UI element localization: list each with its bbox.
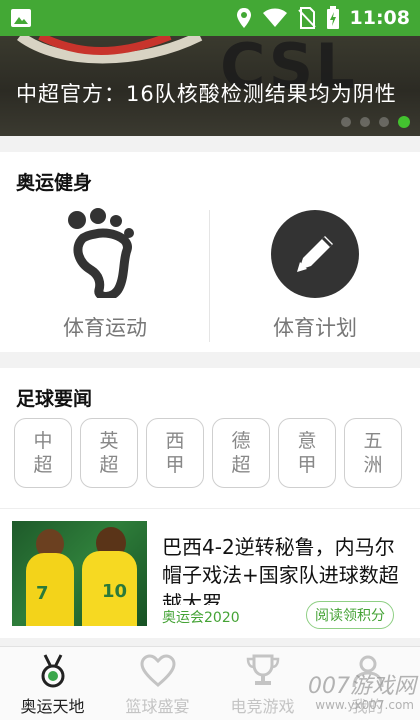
image-notification-icon xyxy=(11,9,31,27)
sports-plan-label: 体育计划 xyxy=(273,316,357,340)
tag-world[interactable]: 五洲 xyxy=(344,418,402,488)
tab-basketball-label: 篮球盛宴 xyxy=(125,697,190,716)
clock: 11:08 xyxy=(349,7,410,29)
watermark: 007游戏网 xyxy=(308,674,416,699)
tab-esports[interactable]: 电竞游戏 xyxy=(210,647,315,720)
fitness-section: 奥运健身 体育运动 体育计划 xyxy=(0,152,420,352)
article-title[interactable]: 巴西4-2逆转秘鲁，内马尔帽子戏法+国家队进球数超越大罗 xyxy=(162,533,410,605)
read-for-points-button[interactable]: 阅读领积分 xyxy=(306,601,394,629)
carousel-dot[interactable] xyxy=(341,117,351,127)
sports-plan-entry[interactable]: 体育计划 xyxy=(210,208,420,348)
league-tags: 中超 英超 西甲 德超 意甲 五洲 xyxy=(14,418,402,488)
article-thumbnail: 7 10 xyxy=(12,521,147,626)
tag-la-liga[interactable]: 西甲 xyxy=(146,418,204,488)
divider xyxy=(209,210,210,342)
no-sim-icon xyxy=(297,7,316,29)
tab-olympic-world-label: 奥运天地 xyxy=(20,697,85,716)
sports-exercise-entry[interactable]: 体育运动 xyxy=(0,208,210,348)
location-icon xyxy=(236,8,251,28)
trophy-icon xyxy=(246,654,279,685)
tab-esports-label: 电竞游戏 xyxy=(230,697,295,716)
tag-premier-league[interactable]: 英超 xyxy=(80,418,138,488)
article-source: 奥运会2020 xyxy=(162,610,240,626)
football-news-section: 足球要闻 中超 英超 西甲 德超 意甲 五洲 7 10 巴西4-2逆转秘鲁，内马… xyxy=(0,368,420,638)
news-article-card[interactable]: 7 10 巴西4-2逆转秘鲁，内马尔帽子戏法+国家队进球数超越大罗 奥运会202… xyxy=(0,508,420,638)
carousel-dot[interactable] xyxy=(379,117,389,127)
football-news-title: 足球要闻 xyxy=(16,388,93,410)
carousel-dot[interactable] xyxy=(360,117,370,127)
medal-icon xyxy=(41,654,64,688)
ball-graphic xyxy=(17,36,203,64)
wifi-icon xyxy=(262,8,287,27)
jersey-number: 7 xyxy=(36,583,49,604)
tag-csl[interactable]: 中超 xyxy=(14,418,72,488)
tab-olympic-world[interactable]: 奥运天地 xyxy=(0,647,105,720)
fitness-section-title: 奥运健身 xyxy=(16,172,93,194)
battery-charging-icon xyxy=(326,6,339,29)
carousel-indicators xyxy=(341,116,410,128)
banner-carousel[interactable]: CSL 中超官方：16队核酸检测结果均为阴性 xyxy=(0,36,420,136)
pencil-icon xyxy=(271,210,359,298)
jersey-number: 10 xyxy=(102,581,128,602)
heart-icon xyxy=(139,654,176,687)
banner-title[interactable]: 中超官方：16队核酸检测结果均为阴性 xyxy=(16,78,411,108)
carousel-dot[interactable] xyxy=(398,116,410,128)
sports-exercise-label: 体育运动 xyxy=(63,316,147,340)
tag-serie-a[interactable]: 意甲 xyxy=(278,418,336,488)
footprint-icon xyxy=(68,208,134,298)
status-bar: 11:08 xyxy=(0,0,420,36)
tag-bundesliga[interactable]: 德超 xyxy=(212,418,270,488)
tab-basketball[interactable]: 篮球盛宴 xyxy=(105,647,210,720)
watermark-url: www.yx007.com xyxy=(315,698,414,712)
